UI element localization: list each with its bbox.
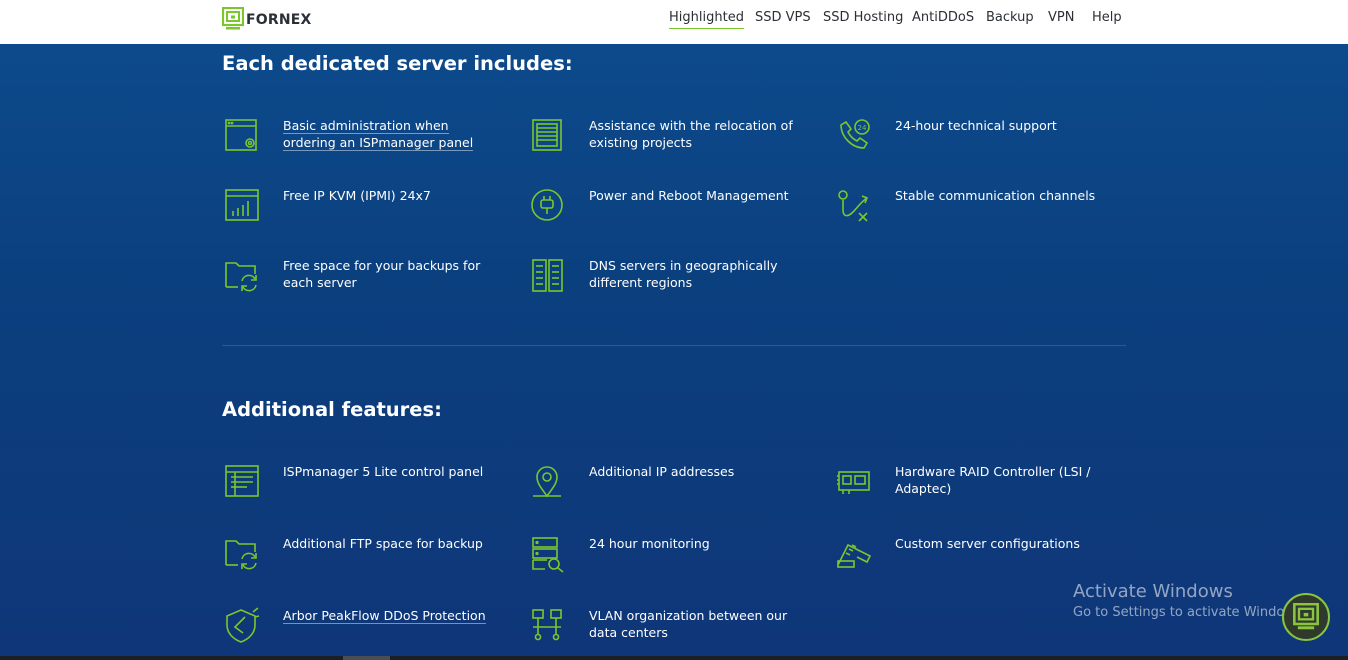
feature-free-backup-space: Free space for your backups for each ser… <box>223 257 501 295</box>
feature-label: Stable communication channels <box>895 188 1096 203</box>
nav-ssd-hosting[interactable]: SSD Hosting <box>823 9 903 26</box>
feature-additional-ip: Additional IP addresses <box>529 463 807 501</box>
feature-label: DNS servers in geographically different … <box>589 258 778 290</box>
shield-icon <box>226 607 260 643</box>
route-icon <box>838 190 869 222</box>
feature-ddos-protection: Arbor PeakFlow DDoS Protection <box>223 607 501 645</box>
location-pin-icon <box>533 466 561 498</box>
folder-sync-icon <box>225 540 257 570</box>
feature-technical-support: 24 24-hour technical support <box>835 117 1113 155</box>
feature-label: Additional FTP space for backup <box>283 536 483 551</box>
activate-windows-title: Activate Windows <box>1073 581 1233 602</box>
control-panel-icon <box>225 465 259 497</box>
nav-vpn[interactable]: VPN <box>1048 9 1074 26</box>
horizontal-scrollbar[interactable] <box>0 656 1348 660</box>
nav-backup[interactable]: Backup <box>986 9 1034 26</box>
phone-24-icon: 24 <box>840 119 870 149</box>
feature-label: Free space for your backups for each ser… <box>283 258 481 290</box>
section-divider <box>222 345 1126 346</box>
nav-antiddos[interactable]: AntiDDoS <box>912 9 974 26</box>
feature-basic-administration: Basic administration when ordering an IS… <box>223 117 501 155</box>
nav-ssd-vps[interactable]: SSD VPS <box>755 9 811 26</box>
chat-widget-button[interactable] <box>1282 593 1330 641</box>
feature-label: 24-hour technical support <box>895 118 1057 133</box>
additional-section-title: Additional features: <box>222 398 442 421</box>
server-rack-icon <box>532 119 562 151</box>
feature-label[interactable]: Basic administration when ordering an IS… <box>283 118 474 151</box>
feature-communication-channels: Stable communication channels <box>835 187 1113 225</box>
monitoring-icon <box>532 537 564 573</box>
svg-text:24: 24 <box>858 124 867 132</box>
scrollbar-thumb[interactable] <box>343 656 390 660</box>
feature-label: Custom server configurations <box>895 536 1080 551</box>
feature-label: ISPmanager 5 Lite control panel <box>283 464 484 479</box>
feature-label: 24 hour monitoring <box>589 536 710 551</box>
feature-raid-controller: Hardware RAID Controller (LSI / Adaptec) <box>835 463 1113 501</box>
chart-window-icon <box>225 189 259 221</box>
feature-relocation-assistance: Assistance with the relocation of existi… <box>529 117 807 155</box>
server-settings-icon <box>225 119 257 151</box>
feature-label: Additional IP addresses <box>589 464 735 479</box>
feature-ip-kvm: Free IP KVM (IPMI) 24x7 <box>223 187 501 225</box>
activate-windows-subtitle: Go to Settings to activate Windows. <box>1073 605 1306 620</box>
feature-vlan: VLAN organization between our data cente… <box>529 607 807 645</box>
feature-ispmanager-lite: ISPmanager 5 Lite control panel <box>223 463 501 501</box>
feature-dns-servers: DNS servers in geographically different … <box>529 257 807 295</box>
feature-monitoring: 24 hour monitoring <box>529 535 807 573</box>
nav-help[interactable]: Help <box>1092 9 1122 26</box>
memory-module-icon <box>837 543 872 568</box>
feature-label: Power and Reboot Management <box>589 188 789 203</box>
feature-power-reboot: Power and Reboot Management <box>529 187 807 225</box>
fornex-logo-icon <box>222 7 244 30</box>
nav-highlighted[interactable]: Highlighted <box>669 9 744 29</box>
feature-label: Hardware RAID Controller (LSI / Adaptec) <box>895 464 1091 496</box>
dns-servers-icon <box>532 259 563 292</box>
folder-sync-icon <box>225 262 257 292</box>
feature-custom-configurations: Custom server configurations <box>835 535 1113 573</box>
feature-label: Assistance with the relocation of existi… <box>589 118 793 150</box>
logo-text: FORNEX <box>246 12 312 28</box>
power-plug-icon <box>531 189 563 221</box>
feature-label[interactable]: Arbor PeakFlow DDoS Protection <box>283 608 486 624</box>
included-section-title: Each dedicated server includes: <box>222 52 573 75</box>
feature-label: Free IP KVM (IPMI) 24x7 <box>283 188 431 203</box>
raid-card-icon <box>837 471 870 494</box>
feature-label: VLAN organization between our data cente… <box>589 608 788 640</box>
network-icon <box>532 609 562 641</box>
fornex-logo[interactable]: FORNEX <box>222 7 312 31</box>
feature-ftp-space: Additional FTP space for backup <box>223 535 501 573</box>
fornex-logo-icon <box>1293 603 1319 630</box>
top-navigation-bar: FORNEX Highlighted SSD VPS SSD Hosting A… <box>0 0 1348 44</box>
